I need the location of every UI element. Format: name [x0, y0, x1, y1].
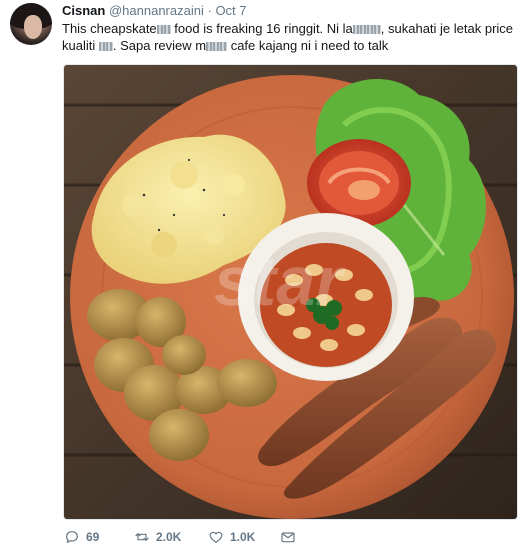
like-count: 1.0K — [230, 530, 256, 544]
censored-word — [359, 25, 367, 34]
censored-word — [220, 42, 228, 51]
photo-watermark: star — [214, 242, 346, 320]
direct-message-button[interactable] — [280, 529, 296, 545]
tweet-text-segment: . Sapa review m — [112, 38, 207, 53]
tweet-actions: 69 2.0K 1.0K — [62, 527, 522, 549]
food-photo: star — [64, 65, 517, 519]
tweet-date[interactable]: Oct 7 — [215, 3, 246, 18]
reply-button[interactable]: 69 — [64, 529, 99, 545]
display-name[interactable]: Cisnan — [62, 3, 105, 18]
header-separator: · — [207, 3, 212, 18]
tweet-text-segment: cafe kajang ni i need to talk — [230, 38, 389, 53]
censored-word — [373, 25, 381, 34]
tweet-text-segment: food is freaking 16 ringgit. Ni la — [174, 21, 353, 36]
envelope-icon — [281, 532, 295, 543]
retweet-icon — [135, 533, 149, 541]
tweet-text-segment: This cheapskate — [62, 21, 157, 36]
censored-word — [98, 42, 106, 51]
reply-count: 69 — [86, 530, 100, 544]
censored-word — [163, 25, 171, 34]
retweet-button[interactable]: 2.0K — [134, 529, 181, 545]
censored-word — [366, 25, 374, 34]
avatar[interactable] — [10, 3, 52, 45]
censored-word — [213, 42, 221, 51]
tweet-photo[interactable]: star — [63, 64, 518, 520]
user-handle[interactable]: @hannanrazaini — [109, 3, 204, 18]
tweet-header: Cisnan @hannanrazaini · Oct 7 — [62, 3, 247, 19]
tweet-card[interactable]: Cisnan @hannanrazaini · Oct 7 This cheap… — [0, 0, 530, 552]
reply-icon — [66, 531, 78, 543]
like-button[interactable]: 1.0K — [208, 529, 255, 545]
censored-word — [206, 42, 214, 51]
avatar-face — [24, 15, 42, 39]
censored-word — [352, 25, 360, 34]
censored-word — [156, 25, 164, 34]
heart-icon — [209, 531, 223, 543]
tweet-text: This cheapskate food is freaking 16 ring… — [62, 20, 522, 54]
censored-word — [105, 42, 113, 51]
retweet-count: 2.0K — [156, 530, 182, 544]
